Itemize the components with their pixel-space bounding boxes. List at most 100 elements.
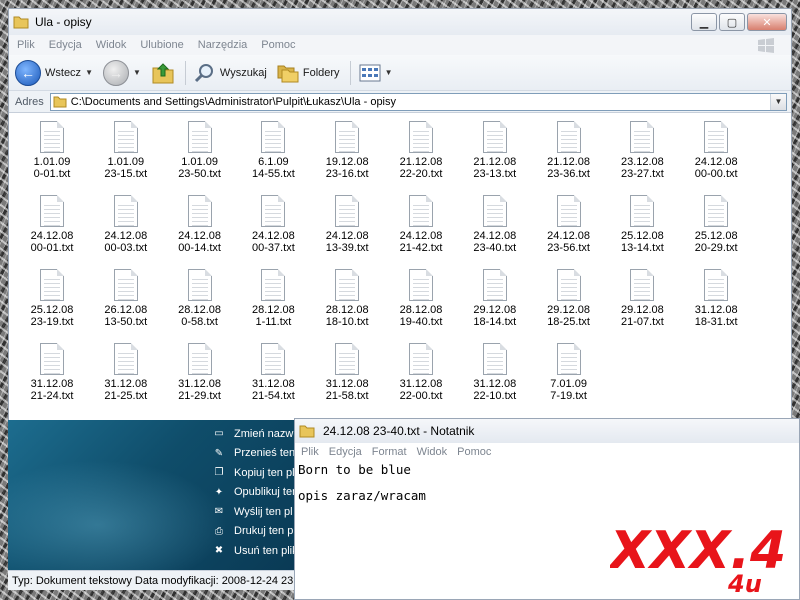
notepad-menu-format[interactable]: Format	[372, 446, 407, 458]
minimize-button[interactable]: ▁	[691, 13, 717, 31]
file-item[interactable]: 1.01.09 23-15.txt	[89, 121, 163, 180]
search-button[interactable]: Wyszukaj	[194, 62, 267, 84]
chevron-down-icon[interactable]: ▼	[385, 68, 393, 77]
menu-ulubione[interactable]: Ulubione	[140, 39, 183, 51]
file-name: 19.12.08 23-16.txt	[325, 156, 369, 180]
text-file-icon	[335, 343, 360, 375]
task-item[interactable]: ✉ Wyślij ten pl	[212, 502, 294, 522]
file-name: 24.12.08 00-37.txt	[251, 230, 295, 254]
address-input[interactable]: C:\Documents and Settings\Administrator\…	[49, 92, 787, 111]
menubar: Plik Edycja Widok Ulubione Narzędzia Pom…	[9, 35, 791, 55]
task-item[interactable]: ❐ Kopiuj ten pl	[212, 463, 294, 483]
file-name: 25.12.08 13-14.txt	[620, 230, 664, 254]
views-button[interactable]: ▼	[359, 64, 393, 82]
file-item[interactable]: 31.12.08 21-25.txt	[89, 343, 163, 402]
menu-pomoc[interactable]: Pomoc	[261, 39, 295, 51]
task-item[interactable]: ✖ Usuń ten plik	[212, 541, 294, 561]
menu-edycja[interactable]: Edycja	[49, 39, 82, 51]
background-wave	[8, 460, 228, 570]
explorer-titlebar[interactable]: Ula - opisy ▁ ▢ ✕	[9, 9, 791, 35]
chevron-down-icon[interactable]: ▼	[133, 68, 141, 77]
chevron-down-icon[interactable]: ▼	[85, 68, 93, 77]
file-item[interactable]: 29.12.08 18-25.txt	[532, 269, 606, 328]
menu-widok[interactable]: Widok	[96, 39, 127, 51]
notepad-menu-pomoc[interactable]: Pomoc	[457, 446, 491, 458]
notepad-menu-edycja[interactable]: Edycja	[329, 446, 362, 458]
menu-narzedzia[interactable]: Narzędzia	[198, 39, 248, 51]
file-name: 31.12.08 21-24.txt	[30, 378, 74, 402]
file-item[interactable]: 28.12.08 18-10.txt	[310, 269, 384, 328]
file-item[interactable]: 24.12.08 00-14.txt	[163, 195, 237, 254]
file-item[interactable]: 6.1.09 14-55.txt	[236, 121, 310, 180]
file-item[interactable]: 24.12.08 00-01.txt	[15, 195, 89, 254]
file-name: 28.12.08 1-11.txt	[251, 304, 295, 328]
task-label: Drukuj ten pl	[234, 525, 294, 538]
text-line: opis zaraz/wracam	[298, 488, 426, 503]
file-item[interactable]: 31.12.08 21-24.txt	[15, 343, 89, 402]
file-name: 23.12.08 23-27.txt	[620, 156, 664, 180]
text-file-icon	[40, 195, 64, 227]
text-file-icon	[261, 195, 286, 227]
file-item[interactable]: 31.12.08 21-29.txt	[163, 343, 237, 402]
file-item[interactable]: 31.12.08 21-54.txt	[236, 343, 310, 402]
file-item[interactable]: 25.12.08 23-19.txt	[15, 269, 89, 328]
file-item[interactable]: 24.12.08 00-03.txt	[89, 195, 163, 254]
task-item[interactable]: ⎙ Drukuj ten pl	[212, 522, 294, 542]
maximize-button[interactable]: ▢	[719, 13, 745, 31]
file-item[interactable]: 25.12.08 13-14.txt	[605, 195, 679, 254]
notepad-titlebar[interactable]: 24.12.08 23-40.txt - Notatnik	[295, 419, 799, 443]
file-item[interactable]: 31.12.08 21-58.txt	[310, 343, 384, 402]
address-dropdown-button[interactable]: ▼	[770, 93, 786, 110]
notepad-menu-plik[interactable]: Plik	[301, 446, 319, 458]
file-item[interactable]: 31.12.08 22-00.txt	[384, 343, 458, 402]
task-item[interactable]: ✦ Opublikuj ten	[212, 483, 294, 503]
file-item[interactable]: 21.12.08 23-36.txt	[532, 121, 606, 180]
folders-button[interactable]: Foldery	[277, 62, 340, 84]
task-item[interactable]: ▭ Zmień nazw	[212, 424, 294, 444]
file-item[interactable]: 29.12.08 18-14.txt	[458, 269, 532, 328]
file-item[interactable]: 24.12.08 21-42.txt	[384, 195, 458, 254]
text-file-icon	[556, 195, 581, 227]
file-name: 1.01.09 23-50.txt	[178, 156, 221, 180]
file-item[interactable]: 26.12.08 13-50.txt	[89, 269, 163, 328]
task-label: Wyślij ten pl	[234, 505, 293, 518]
file-item[interactable]: 25.12.08 20-29.txt	[679, 195, 753, 254]
file-item[interactable]: 24.12.08 23-40.txt	[458, 195, 532, 254]
file-item[interactable]: 29.12.08 21-07.txt	[605, 269, 679, 328]
file-item[interactable]: 31.12.08 22-10.txt	[458, 343, 532, 402]
file-item[interactable]: 23.12.08 23-27.txt	[605, 121, 679, 180]
print-icon: ⎙	[215, 525, 223, 537]
file-item[interactable]: 24.12.08 00-00.txt	[679, 121, 753, 180]
file-item[interactable]: 7.01.09 7-19.txt	[532, 343, 606, 402]
notepad-menu-widok[interactable]: Widok	[417, 446, 448, 458]
text-file-icon	[482, 121, 507, 153]
file-item[interactable]: 28.12.08 0-58.txt	[163, 269, 237, 328]
file-name: 7.01.09 7-19.txt	[550, 378, 587, 402]
delete-icon: ✖	[214, 545, 224, 557]
back-arrow-icon: ←	[15, 59, 41, 86]
file-item[interactable]: 28.12.08 19-40.txt	[384, 269, 458, 328]
up-folder-button[interactable]	[151, 61, 175, 85]
task-item[interactable]: ✎ Przenieś ten	[212, 444, 294, 464]
file-tasks-list: ▭ Zmień nazw ✎ Przenieś ten ❐ Kopiuj ten pl ✦ O…	[212, 424, 294, 561]
close-button[interactable]: ✕	[747, 13, 787, 31]
text-file-icon	[409, 121, 433, 153]
file-item[interactable]: 1.01.09 0-01.txt	[15, 121, 89, 180]
menu-plik[interactable]: Plik	[17, 39, 35, 51]
file-item[interactable]: 1.01.09 23-50.txt	[163, 121, 237, 180]
file-item[interactable]: 19.12.08 23-16.txt	[310, 121, 384, 180]
forward-button[interactable]: → ▼	[102, 59, 141, 86]
file-item[interactable]: 21.12.08 22-20.txt	[384, 121, 458, 180]
file-item[interactable]: 21.12.08 23-13.txt	[458, 121, 532, 180]
file-item[interactable]: 24.12.08 00-37.txt	[236, 195, 310, 254]
text-file-icon	[704, 195, 729, 227]
back-button[interactable]: ← Wstecz ▼	[15, 59, 93, 86]
file-item[interactable]: 24.12.08 13-39.txt	[310, 195, 384, 254]
file-item[interactable]: 28.12.08 1-11.txt	[236, 269, 310, 328]
file-item[interactable]: 24.12.08 23-56.txt	[532, 195, 606, 254]
notepad-text-area[interactable]: Born to be blue opis zaraz/wracam	[295, 461, 799, 504]
text-file-icon	[556, 121, 581, 153]
file-name: 24.12.08 21-42.txt	[399, 230, 443, 254]
file-item[interactable]: 31.12.08 18-31.txt	[679, 269, 753, 328]
task-label: Usuń ten plik	[234, 544, 294, 557]
